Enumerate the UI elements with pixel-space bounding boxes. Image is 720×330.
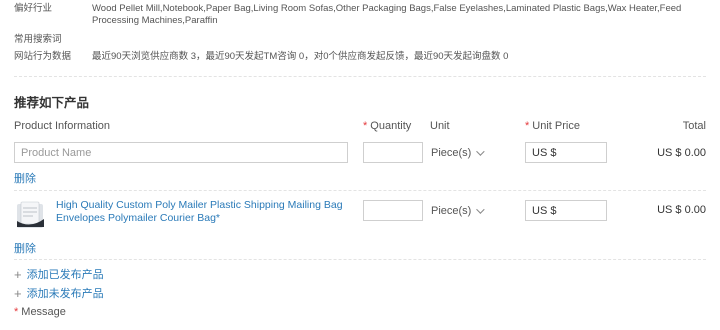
product-thumbnail[interactable] bbox=[14, 199, 50, 231]
divider bbox=[14, 190, 706, 191]
required-mark: * bbox=[363, 120, 368, 132]
delete-link[interactable]: 删除 bbox=[14, 240, 36, 256]
search-terms-label: 常用搜索词 bbox=[14, 34, 62, 45]
plus-icon: + bbox=[14, 285, 22, 301]
price-prefix: US $ bbox=[532, 204, 557, 217]
quantity-input[interactable] bbox=[363, 200, 423, 221]
unit-select-value: Piece(s) bbox=[431, 205, 472, 217]
header-unit-price: * Unit Price bbox=[525, 120, 580, 132]
header-product-info: Product Information bbox=[14, 120, 110, 132]
chevron-down-icon bbox=[476, 205, 486, 214]
header-quantity: * Quantity bbox=[363, 120, 412, 132]
header-total: Total bbox=[682, 120, 706, 132]
row-total: US $ 0.00 bbox=[657, 147, 706, 159]
message-label: * Message bbox=[14, 306, 66, 318]
delete-link[interactable]: 删除 bbox=[14, 170, 36, 186]
divider bbox=[14, 259, 706, 260]
quantity-input[interactable] bbox=[363, 142, 423, 163]
unit-price-input[interactable]: US $ bbox=[525, 142, 607, 163]
plus-icon: + bbox=[14, 266, 22, 282]
add-unpublished-label: 添加未发布产品 bbox=[26, 288, 104, 300]
product-name-input[interactable] bbox=[14, 142, 348, 163]
section-title: 推荐如下产品 bbox=[14, 96, 90, 110]
unit-select-value: Piece(s) bbox=[431, 147, 472, 159]
required-mark: * bbox=[525, 120, 530, 132]
add-published-label: 添加已发布产品 bbox=[26, 269, 104, 281]
add-unpublished-product-link[interactable]: + 添加未发布产品 bbox=[14, 285, 104, 301]
price-prefix: US $ bbox=[532, 146, 557, 159]
required-mark: * bbox=[14, 306, 19, 318]
unit-select[interactable]: Piece(s) bbox=[431, 205, 486, 217]
preferred-industry-label: 偏好行业 bbox=[14, 3, 53, 14]
row-total: US $ 0.00 bbox=[657, 204, 706, 216]
unit-price-input[interactable]: US $ bbox=[525, 200, 607, 221]
unit-select[interactable]: Piece(s) bbox=[431, 147, 486, 159]
divider bbox=[14, 76, 706, 77]
behavior-label: 网站行为数据 bbox=[14, 51, 72, 62]
add-published-product-link[interactable]: + 添加已发布产品 bbox=[14, 266, 104, 282]
behavior-value: 最近90天浏览供应商数 3，最近90天发起TM咨询 0，对0个供应商发起反馈，最… bbox=[92, 51, 509, 62]
preferred-industry-value: Wood Pellet Mill,Notebook,Paper Bag,Livi… bbox=[92, 3, 682, 26]
chevron-down-icon bbox=[476, 147, 486, 156]
header-unit: Unit bbox=[430, 120, 450, 132]
product-title-link[interactable]: High Quality Custom Poly Mailer Plastic … bbox=[56, 199, 356, 225]
